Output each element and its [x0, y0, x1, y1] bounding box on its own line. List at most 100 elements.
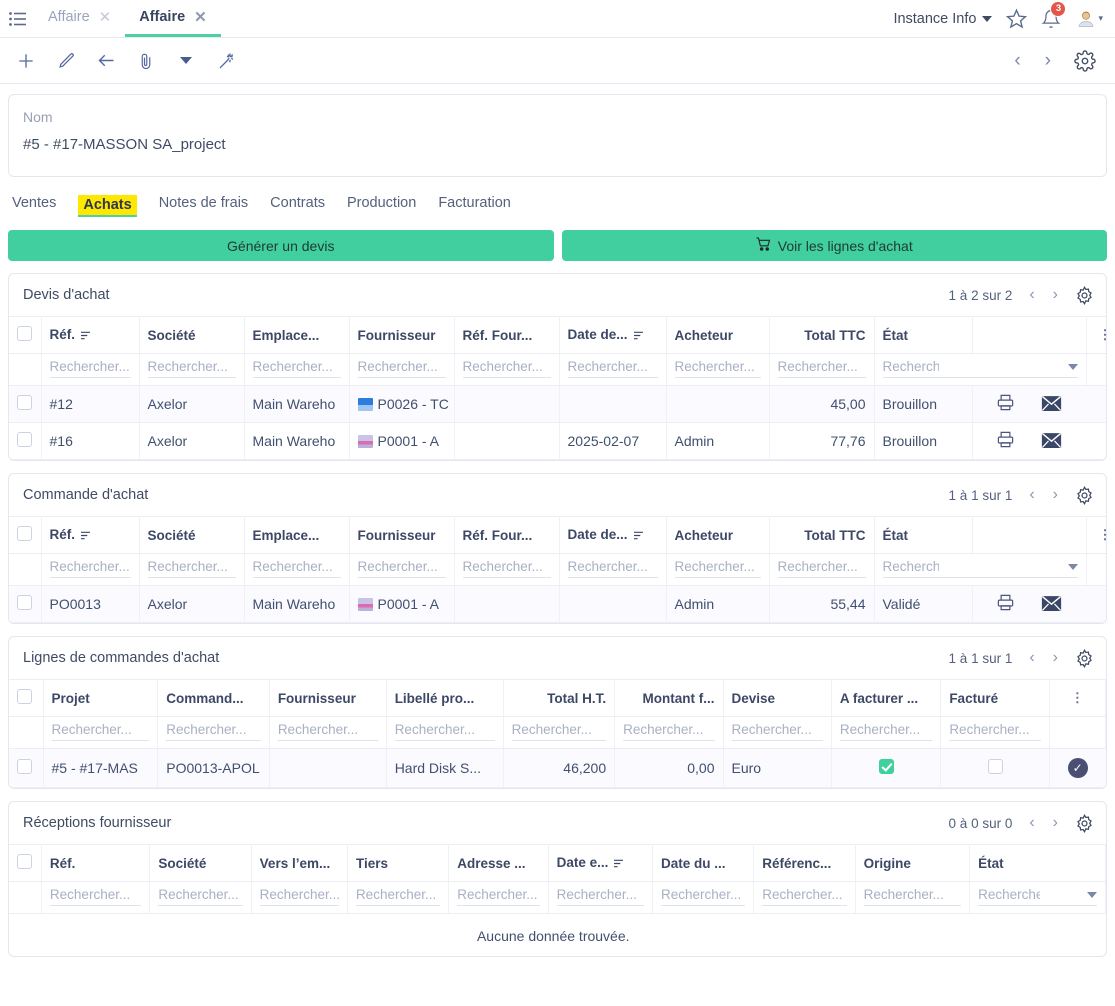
- select-all-checkbox[interactable]: [9, 844, 42, 882]
- search-input[interactable]: Rechercher...: [394, 722, 495, 741]
- col-etat[interactable]: État: [874, 516, 973, 554]
- pager-next-button[interactable]: ›: [1046, 814, 1065, 832]
- search-input[interactable]: Rechercher...: [949, 722, 1041, 741]
- tab-achats[interactable]: Achats: [78, 195, 137, 217]
- col-emplacement[interactable]: Emplace...: [244, 516, 350, 554]
- col-date-du[interactable]: Date du ...: [652, 844, 755, 882]
- search-input[interactable]: Rechercher...: [674, 359, 761, 378]
- envelope-icon[interactable]: [1041, 596, 1062, 615]
- column-options-button[interactable]: ⋮: [1086, 516, 1106, 554]
- pager-next-button[interactable]: ›: [1046, 649, 1065, 667]
- col-fournisseur[interactable]: Fournisseur: [269, 679, 387, 717]
- close-icon[interactable]: ✕: [99, 10, 112, 25]
- select-all-checkbox[interactable]: [9, 516, 42, 554]
- search-input[interactable]: Rechercher...: [674, 559, 761, 578]
- search-input[interactable]: Rechercher...: [147, 559, 236, 578]
- search-input[interactable]: Rechercher...: [556, 887, 644, 906]
- search-input[interactable]: Rechercher...: [567, 359, 658, 378]
- instance-info-menu[interactable]: Instance Info: [893, 11, 993, 27]
- col-societe[interactable]: Société: [139, 316, 245, 354]
- col-acheteur[interactable]: Acheteur: [666, 316, 770, 354]
- col-fournisseur[interactable]: Fournisseur: [349, 516, 455, 554]
- pager-next-button[interactable]: ›: [1046, 486, 1065, 504]
- tab-contrats[interactable]: Contrats: [270, 195, 325, 217]
- search-input[interactable]: Rechercher...: [259, 887, 339, 906]
- table-row[interactable]: #5 - #17-MAS PO0013-APOL Hard Disk S... …: [9, 748, 1106, 788]
- search-select[interactable]: Rechercher...: [882, 359, 1078, 378]
- search-input[interactable]: Rechercher...: [49, 359, 131, 378]
- search-input[interactable]: Rechercher...: [166, 722, 261, 741]
- col-ref[interactable]: Réf.: [41, 316, 140, 354]
- facture-checkbox[interactable]: [987, 759, 1003, 774]
- row-checkbox[interactable]: [9, 385, 42, 423]
- gear-icon[interactable]: [1069, 485, 1094, 505]
- next-record-button[interactable]: ›: [1037, 50, 1059, 72]
- paperclip-icon[interactable]: [128, 43, 164, 79]
- cell-a-facturer[interactable]: [831, 748, 942, 788]
- envelope-icon[interactable]: [1041, 433, 1062, 452]
- window-tab-1[interactable]: Affaire ✕: [125, 0, 221, 37]
- tab-facturation[interactable]: Facturation: [438, 195, 511, 217]
- col-emplacement[interactable]: Emplace...: [244, 316, 350, 354]
- search-input[interactable]: Rechercher...: [567, 559, 658, 578]
- tab-notes-de-frais[interactable]: Notes de frais: [159, 195, 248, 217]
- row-checkbox[interactable]: [9, 422, 42, 460]
- back-arrow-icon[interactable]: [88, 43, 124, 79]
- col-devise[interactable]: Devise: [723, 679, 832, 717]
- col-date[interactable]: Date de...: [559, 316, 667, 354]
- col-commande[interactable]: Command...: [157, 679, 270, 717]
- prev-record-button[interactable]: ‹: [1006, 50, 1028, 72]
- search-input[interactable]: Rechercher...: [457, 887, 540, 906]
- col-a-facturer[interactable]: A facturer ...: [831, 679, 942, 717]
- col-societe[interactable]: Société: [149, 844, 252, 882]
- pencil-icon[interactable]: [48, 43, 84, 79]
- col-ref-fournisseur[interactable]: Réf. Four...: [454, 516, 560, 554]
- search-input[interactable]: Rechercher...: [147, 359, 236, 378]
- col-reference[interactable]: Référenc...: [753, 844, 856, 882]
- circle-check-icon[interactable]: ✓: [1067, 758, 1088, 778]
- printer-icon[interactable]: [996, 431, 1019, 452]
- select-all-checkbox[interactable]: [9, 679, 44, 717]
- user-avatar-icon[interactable]: ▾: [1075, 9, 1103, 29]
- col-total-ttc[interactable]: Total TTC: [769, 516, 875, 554]
- search-input[interactable]: Rechercher...: [252, 559, 341, 578]
- pager-prev-button[interactable]: ‹: [1022, 649, 1041, 667]
- gear-icon[interactable]: [1069, 648, 1094, 668]
- search-select[interactable]: Rechercher...: [882, 559, 1078, 578]
- search-input[interactable]: Rechercher...: [51, 722, 150, 741]
- star-icon[interactable]: [1006, 8, 1028, 29]
- col-date-estimee[interactable]: Date e...: [548, 844, 653, 882]
- col-facture[interactable]: Facturé: [940, 679, 1050, 717]
- table-row[interactable]: #16 Axelor Main Wareho P0001 - A 2025-02…: [9, 422, 1106, 460]
- col-libelle-produit[interactable]: Libellé pro...: [386, 679, 504, 717]
- gear-icon[interactable]: [1069, 285, 1094, 305]
- gear-icon[interactable]: [1069, 813, 1094, 833]
- cell-status[interactable]: ✓: [1049, 748, 1106, 788]
- search-input[interactable]: Rechercher...: [777, 359, 866, 378]
- search-input[interactable]: Rechercher...: [462, 359, 551, 378]
- a-facturer-checkbox[interactable]: [878, 759, 894, 774]
- search-input[interactable]: Rechercher...: [252, 359, 341, 378]
- magic-wand-icon[interactable]: [208, 43, 244, 79]
- col-fournisseur[interactable]: Fournisseur: [349, 316, 455, 354]
- col-tiers[interactable]: Tiers: [347, 844, 450, 882]
- select-all-checkbox[interactable]: [9, 316, 42, 354]
- tab-ventes[interactable]: Ventes: [12, 195, 56, 217]
- tab-production[interactable]: Production: [347, 195, 416, 217]
- search-input[interactable]: Rechercher...: [731, 722, 823, 741]
- generate-quote-button[interactable]: Générer un devis: [8, 230, 554, 261]
- list-menu-icon[interactable]: [0, 0, 34, 37]
- search-input[interactable]: Rechercher...: [357, 359, 446, 378]
- row-checkbox[interactable]: [9, 748, 44, 788]
- close-icon[interactable]: ✕: [194, 10, 207, 25]
- col-montant-facture[interactable]: Montant f...: [614, 679, 724, 717]
- plus-icon[interactable]: [8, 43, 44, 79]
- printer-icon[interactable]: [996, 394, 1019, 415]
- col-etat[interactable]: État: [874, 316, 973, 354]
- bell-icon[interactable]: 3: [1041, 0, 1067, 29]
- col-adresse[interactable]: Adresse ...: [448, 844, 549, 882]
- pager-next-button[interactable]: ›: [1046, 286, 1065, 304]
- pager-prev-button[interactable]: ‹: [1022, 286, 1041, 304]
- search-input[interactable]: Rechercher...: [357, 559, 446, 578]
- search-input[interactable]: Rechercher...: [158, 887, 243, 906]
